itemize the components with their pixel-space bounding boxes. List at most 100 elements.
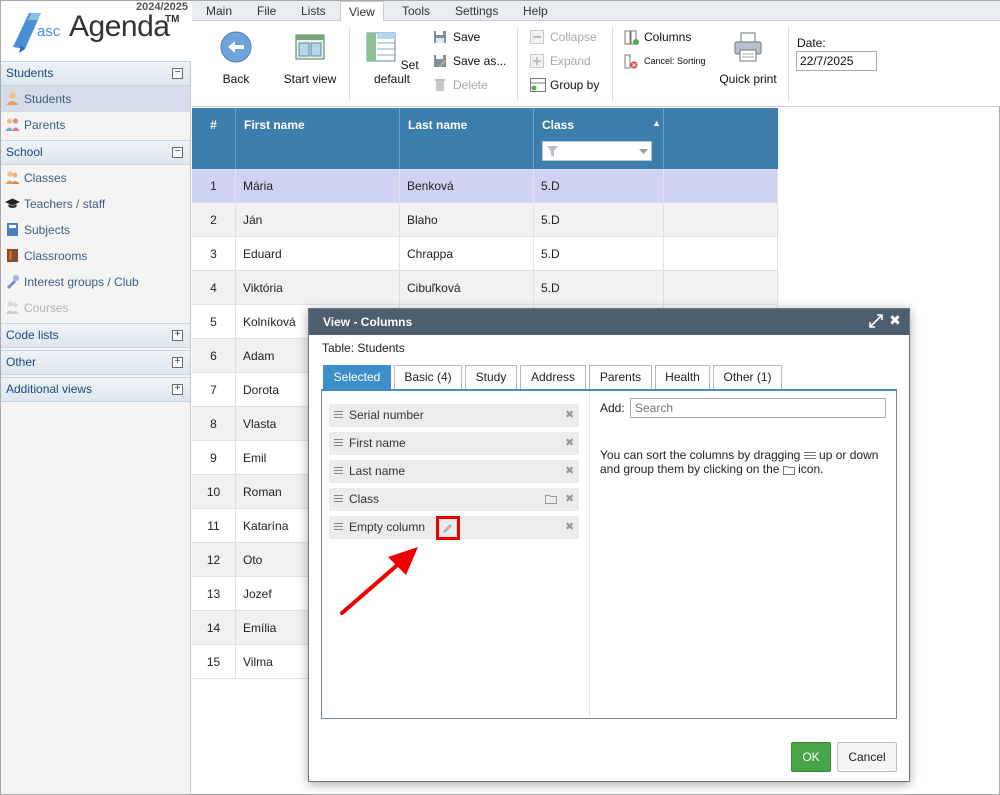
collapse-toggle[interactable]: − [172,68,183,79]
column-item-label: First name [349,436,406,450]
set-default-icon [366,32,396,62]
sidebar: 2024/2025 asc Agenda TM Students − Stude… [1,1,191,794]
sidebar-item-label: Classes [24,171,67,185]
cell-number: 2 [192,203,236,237]
back-arrow-icon [220,31,252,63]
tab-help[interactable]: Help [523,1,548,21]
cancel-button[interactable]: Cancel [837,742,897,772]
back-button[interactable]: Back [216,31,256,86]
tab-basic[interactable]: Basic (4) [394,365,462,389]
section-other[interactable]: Other + [1,350,190,375]
tab-address[interactable]: Address [520,365,586,389]
column-header-first-name[interactable]: First name [236,108,400,169]
sort-ascending-icon: ▲ [652,118,661,128]
tab-selected[interactable]: Selected [323,365,391,389]
sidebar-item-classrooms[interactable]: Classrooms [1,243,190,269]
column-item-class[interactable]: Class ✖ [329,488,579,511]
tab-tools[interactable]: Tools [402,1,430,21]
table-row[interactable]: 4 Viktória Cibuľková 5.D [192,271,778,305]
cell-number: 5 [192,305,236,339]
column-header-last-name[interactable]: Last name [400,108,534,169]
remove-column-icon[interactable]: ✖ [565,460,575,483]
drag-handle-icon[interactable] [334,523,343,532]
columns-button[interactable]: Columns [624,27,691,47]
ok-button[interactable]: OK [791,742,831,772]
tab-parents[interactable]: Parents [589,365,652,389]
pencil-edit-icon[interactable] [442,522,454,534]
column-item-label: Empty column [349,520,426,534]
remove-column-icon[interactable]: ✖ [565,404,575,427]
edit-column-highlight[interactable] [436,516,460,540]
annotation-arrow [340,547,418,615]
cell-empty [664,237,778,271]
tab-other[interactable]: Other (1) [713,365,782,389]
cell-empty [664,169,778,203]
quick-print-button[interactable]: Quick print [716,31,780,86]
table-row[interactable]: 2 Ján Blaho 5.D [192,203,778,237]
student-icon [6,92,19,105]
sidebar-item-classes[interactable]: Classes [1,165,190,191]
sidebar-item-subjects[interactable]: Subjects [1,217,190,243]
expand-toggle[interactable]: + [172,330,183,341]
cell-number: 15 [192,645,236,679]
section-code-lists[interactable]: Code lists + [1,323,190,348]
remove-column-icon[interactable]: ✖ [565,432,575,455]
table-row[interactable]: 1 Mária Benková 5.D [192,169,778,203]
sidebar-item-students[interactable]: Students [1,86,190,112]
start-view-button[interactable]: Start view [280,31,340,86]
sidebar-item-interest-groups[interactable]: Interest groups / Club [1,269,190,295]
hint-part: icon. [798,462,824,476]
date-label: Date: [797,36,826,50]
cell-number: 7 [192,373,236,407]
drag-handle-icon[interactable] [334,439,343,448]
section-school[interactable]: School − [1,140,190,165]
tab-settings[interactable]: Settings [455,1,498,21]
tab-lists[interactable]: Lists [301,1,326,21]
cell-last-name: Chrappa [400,237,534,271]
folder-group-icon[interactable] [545,494,557,504]
search-input[interactable] [630,398,886,418]
maximize-icon[interactable] [869,314,883,328]
column-header-number[interactable]: # [192,108,236,169]
collapse-label: Collapse [550,30,597,44]
tab-main[interactable]: Main [206,1,232,21]
sidebar-item-teachers[interactable]: Teachers / staff [1,191,190,217]
tab-health[interactable]: Health [655,365,710,389]
column-header-empty [664,108,778,169]
tab-file[interactable]: File [257,1,276,21]
save-as-button[interactable]: Save as... [433,51,506,71]
drag-handle-icon[interactable] [334,467,343,476]
cancel-sorting-button[interactable]: Cancel: Sorting [624,51,706,71]
table-row[interactable]: 3 Eduard Chrappa 5.D [192,237,778,271]
drag-handle-icon[interactable] [334,411,343,420]
expand-label: Expand [550,54,591,68]
tab-study[interactable]: Study [465,365,517,389]
sidebar-item-parents[interactable]: Parents [1,112,190,138]
class-filter-dropdown[interactable] [542,141,652,161]
save-button[interactable]: Save [433,27,480,47]
column-header-class[interactable]: Class ▲ [534,108,664,169]
column-item-last-name[interactable]: Last name ✖ [329,460,579,483]
section-additional-views[interactable]: Additional views + [1,377,190,402]
ribbon-toolbar: Back Start view Set default Save Save as… [192,21,1000,107]
remove-column-icon[interactable]: ✖ [565,516,575,539]
column-item-serial-number[interactable]: Serial number ✖ [329,404,579,427]
delete-label: Delete [453,78,488,92]
expand-toggle[interactable]: + [172,384,183,395]
cell-class: 5.D [534,169,664,203]
date-input[interactable] [796,51,877,71]
table-label: Table: Students [322,341,405,355]
expand-toggle[interactable]: + [172,357,183,368]
set-default-button[interactable]: Set default [362,31,422,86]
collapse-toggle[interactable]: − [172,147,183,158]
group-by-button[interactable]: Group by [530,75,599,95]
remove-column-icon[interactable]: ✖ [565,488,575,511]
tab-view[interactable]: View [340,1,384,22]
close-icon[interactable]: ✖ [888,313,902,327]
drag-handle-icon[interactable] [334,495,343,504]
sidebar-item-label: Students [24,92,72,106]
column-item-first-name[interactable]: First name ✖ [329,432,579,455]
save-as-label: Save as... [453,54,507,68]
section-students[interactable]: Students − [1,61,190,86]
collapse-button: Collapse [530,27,597,47]
